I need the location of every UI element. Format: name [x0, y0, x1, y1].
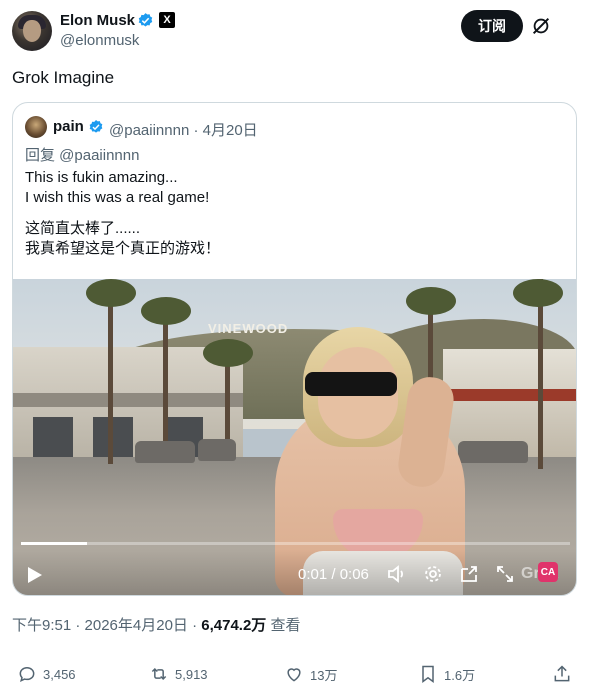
quoted-post[interactable]: pain @paaiinnnn · 4月20日 回复 @paaiinnnn Th…: [12, 102, 577, 596]
palm-tree: [538, 279, 543, 469]
video-time: 0:01 / 0:06: [298, 566, 369, 583]
post-meta: 下午9:51 · 2026年4月20日 · 6,474.2万 查看: [12, 614, 300, 635]
repost-icon: [151, 667, 167, 681]
quote-handle[interactable]: @paaiinnnn: [109, 122, 189, 139]
quote-handle-date: @paaiinnnn · 4月20日: [109, 119, 258, 140]
car: [198, 439, 236, 461]
sunglasses: [305, 372, 397, 396]
car: [458, 441, 528, 463]
bookmark-count: 1.6万: [444, 667, 476, 683]
reply-icon: [19, 666, 35, 683]
subscribe-button[interactable]: 订阅: [461, 10, 523, 42]
reply-action[interactable]: 3,456: [17, 664, 76, 684]
quote-date[interactable]: · 4月20日: [193, 122, 257, 139]
like-action[interactable]: 13万: [284, 664, 337, 684]
quote-text-line: This is fukin amazing...: [25, 169, 178, 186]
avatar-face: [23, 20, 41, 42]
quote-text-line: I wish this was a real game!: [25, 189, 210, 206]
author-avatar[interactable]: [12, 11, 52, 51]
video-progress-fill: [21, 542, 87, 545]
quote-text-line: 我真希望这是个真正的游戏！: [25, 240, 221, 257]
car: [135, 441, 195, 463]
like-count: 13万: [310, 667, 338, 683]
x-affiliate-badge: X: [159, 12, 175, 28]
share-action[interactable]: [552, 664, 572, 684]
author-handle[interactable]: @elonmusk: [60, 32, 139, 49]
verified-icon: [89, 120, 103, 133]
quote-author-name[interactable]: pain: [53, 118, 84, 135]
fullscreen-icon[interactable]: [495, 564, 515, 584]
bookmark-action[interactable]: 1.6万: [418, 664, 475, 684]
repost-action[interactable]: 5,913: [149, 664, 208, 684]
vinewood-sign: VINEWOOD: [208, 321, 289, 336]
palm-tree: [163, 309, 168, 459]
views-label: 查看: [266, 617, 301, 634]
play-icon[interactable]: [27, 566, 43, 584]
quote-text-line: 这简直太棒了......: [25, 220, 141, 237]
view-count: 6,474.2万: [201, 617, 267, 634]
video-controls: 0:01 / 0:06 Grok CA: [13, 549, 576, 595]
translate-badge[interactable]: CA: [538, 562, 558, 582]
reply-count: 3,456: [43, 666, 76, 682]
palm-tree: [108, 289, 113, 464]
heart-icon: [287, 668, 301, 682]
author-name[interactable]: Elon Musk: [60, 12, 135, 29]
repost-count: 5,913: [175, 666, 208, 682]
grok-icon[interactable]: [530, 15, 552, 37]
verified-icon: [138, 13, 153, 27]
settings-icon[interactable]: [423, 564, 443, 584]
pip-icon[interactable]: [459, 564, 479, 584]
video-progress-bar[interactable]: [21, 542, 570, 545]
post-text: Grok Imagine: [12, 68, 115, 87]
quote-reply-to[interactable]: 回复 @paaiinnnn: [25, 144, 139, 165]
volume-icon[interactable]: [387, 564, 407, 584]
post-timestamp[interactable]: 下午9:51 · 2026年4月20日 ·: [12, 617, 201, 634]
quote-avatar[interactable]: [25, 116, 47, 138]
bookmark-icon: [422, 665, 434, 683]
share-icon: [554, 665, 570, 682]
video-player[interactable]: VINEWOOD 0:01 / 0:06 CA: [13, 279, 576, 595]
